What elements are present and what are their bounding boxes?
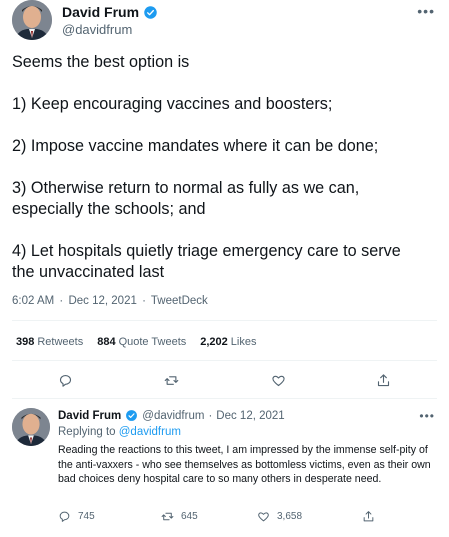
reply-author-handle[interactable]: @davidfrum (142, 410, 204, 422)
like-count: 3,658 (277, 511, 303, 522)
tweet-line: 1) Keep encouraging vaccines and booster… (12, 95, 333, 113)
retweet-count: 645 (181, 511, 198, 522)
more-icon[interactable]: ••• (417, 4, 435, 18)
reply-actions: 745 645 3,658 (58, 510, 438, 528)
reply-date[interactable]: Dec 12, 2021 (216, 410, 284, 422)
reply-like-button[interactable]: 3,658 (257, 510, 302, 523)
verified-badge-icon (126, 410, 138, 421)
retweets-stat[interactable]: 398 Retweets (16, 336, 83, 348)
retweet-button[interactable] (161, 370, 181, 390)
heart-icon (271, 375, 285, 386)
quote-tweets-stat[interactable]: 884 Quote Tweets (97, 336, 186, 348)
tweet-line: 2) Impose vaccine mandates where it can … (12, 137, 379, 155)
reply-icon (59, 511, 70, 522)
tweet-stats: 398 Retweets 884 Quote Tweets 2,202 Likes (16, 336, 256, 348)
author-name[interactable]: David Frum (62, 4, 158, 20)
tweet-line: especially the schools; and (12, 200, 206, 218)
author-handle[interactable]: @davidfrum (62, 22, 132, 37)
tweet-actions (0, 370, 449, 392)
share-icon (363, 511, 374, 522)
reply-retweet-button[interactable]: 645 (161, 510, 198, 523)
share-button[interactable] (373, 370, 393, 390)
reply-button[interactable] (55, 370, 75, 390)
tweet-line: the unvaccinated last (12, 263, 165, 281)
meta-separator: · (142, 295, 146, 307)
reply-share-button[interactable] (362, 510, 375, 523)
reply-author-name[interactable]: David Frum (58, 410, 121, 422)
replying-to: Replying to @davidfrum (58, 426, 181, 438)
reply-header: David Frum @davidfrum · Dec 12, 2021 (58, 409, 285, 422)
tweet-line-gap (12, 220, 442, 241)
tweet-line: 4) Let hospitals quietly triage emergenc… (12, 242, 401, 260)
tweet-meta: 6:02 AM · Dec 12, 2021 · TweetDeck (12, 295, 210, 307)
divider (12, 360, 437, 361)
reply-more-icon[interactable]: ••• (419, 409, 435, 423)
divider (12, 320, 437, 321)
tweet-line-gap (12, 157, 442, 178)
reply-icon (59, 374, 71, 387)
like-button[interactable] (268, 370, 288, 390)
meta-separator: · (59, 295, 64, 307)
tweet-date[interactable]: Dec 12, 2021 (68, 295, 136, 307)
verified-badge-icon (144, 5, 157, 19)
heart-icon (258, 512, 269, 522)
meta-separator: · (208, 409, 213, 422)
retweet-icon (161, 512, 174, 521)
retweet-icon (164, 375, 178, 385)
tweet-line: Seems the best option is (12, 53, 190, 71)
tweet-text: Seems the best option is 1) Keep encourag… (12, 52, 442, 283)
divider (12, 398, 437, 399)
share-icon (377, 373, 389, 386)
author-avatar[interactable] (12, 0, 52, 40)
likes-stat[interactable]: 2,202 Likes (200, 336, 256, 348)
tweet-time[interactable]: 6:02 AM (12, 295, 54, 307)
tweet-line-gap (12, 115, 442, 136)
replying-to-link[interactable]: @davidfrum (119, 426, 181, 438)
tweet-line: 3) Otherwise return to normal as fully a… (12, 179, 360, 197)
reply-reply-button[interactable]: 745 (58, 510, 95, 523)
reply-author-avatar[interactable] (12, 408, 50, 446)
tweet-source[interactable]: TweetDeck (151, 295, 208, 307)
tweet-line-gap (12, 73, 442, 94)
reply-count: 745 (78, 511, 95, 522)
reply-text: Reading the reactions to this tweet, I a… (58, 444, 431, 485)
